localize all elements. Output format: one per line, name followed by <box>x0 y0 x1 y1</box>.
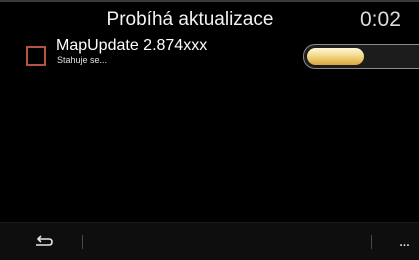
top-divider <box>0 0 419 2</box>
bottom-bar: ... <box>0 222 419 260</box>
elapsed-timer: 0:02 <box>360 8 401 31</box>
bottom-divider-left <box>82 235 83 249</box>
page-title: Probíhá aktualizace <box>106 9 274 30</box>
bottom-divider-right <box>371 235 372 249</box>
update-screen: Probíhá aktualizace 0:02 MapUpdate 2.874… <box>0 0 419 260</box>
download-progress-fill <box>307 48 364 65</box>
list-item: MapUpdate 2.874xxx Stahuje se... <box>0 36 419 76</box>
back-button[interactable] <box>30 231 58 253</box>
back-arrow-icon <box>36 235 53 246</box>
item-checkbox[interactable] <box>26 46 46 66</box>
download-progress-bar <box>303 44 419 69</box>
item-name: MapUpdate 2.874xxx <box>56 37 208 54</box>
more-options-button[interactable]: ... <box>392 231 416 253</box>
item-status: Stahuje se... <box>57 55 108 65</box>
